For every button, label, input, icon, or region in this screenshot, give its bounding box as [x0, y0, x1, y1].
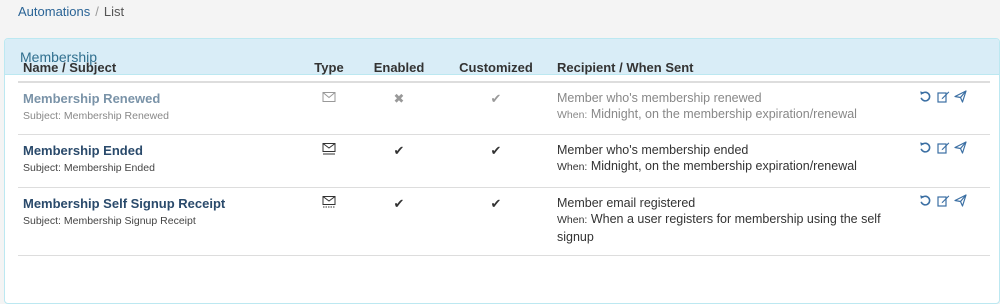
- recipient-text: Member who's membership ended: [557, 142, 749, 157]
- breadcrumb-automations-link[interactable]: Automations: [18, 4, 90, 19]
- recipient-cell: Member who's membership renewed When: Mi…: [552, 82, 914, 135]
- edit-icon[interactable]: [937, 194, 950, 210]
- automations-table: Name / Subject Type Enabled Customized R…: [18, 53, 990, 256]
- envelope-icon: [322, 142, 336, 158]
- name-cell: Membership Self Signup Receipt Subject: …: [18, 187, 300, 256]
- when-label: When:: [557, 160, 588, 173]
- table-row[interactable]: Membership Renewed Subject: Membership R…: [18, 82, 990, 135]
- enabled-cell: ✔: [358, 134, 440, 188]
- automation-subject: Subject: Membership Signup Receipt: [23, 214, 196, 227]
- edit-icon[interactable]: [937, 141, 950, 157]
- table-row[interactable]: Membership Ended Subject: Membership End…: [18, 134, 990, 188]
- table-header-row: Name / Subject Type Enabled Customized R…: [18, 53, 990, 83]
- table-row[interactable]: Membership Self Signup Receipt Subject: …: [18, 187, 990, 256]
- when-text: When a user registers for membership usi…: [557, 211, 881, 244]
- check-mark-icon: ✔: [490, 195, 502, 211]
- when-sent: When: When a user registers for membersh…: [557, 211, 909, 246]
- reset-icon[interactable]: [919, 90, 932, 106]
- enabled-cell: ✔: [358, 187, 440, 256]
- when-sent: When: Midnight, on the membership expira…: [557, 158, 909, 176]
- type-cell: [300, 187, 358, 256]
- envelope-icon: [322, 91, 336, 106]
- when-text: Midnight, on the membership expiration/r…: [590, 107, 857, 121]
- customized-cell: ✔: [440, 82, 552, 135]
- check-mark-icon: ✔: [490, 142, 502, 158]
- recipient-cell: Member email registered When: When a use…: [552, 187, 914, 256]
- automation-name[interactable]: Membership Renewed: [23, 90, 295, 107]
- recipient-text: Member email registered: [557, 195, 696, 210]
- name-cell: Membership Ended Subject: Membership End…: [18, 134, 300, 188]
- when-text: Midnight, on the membership expiration/r…: [590, 158, 857, 173]
- automation-subject: Subject: Membership Ended: [23, 161, 155, 174]
- when-label: When:: [557, 213, 588, 226]
- enabled-cell: ✖: [358, 82, 440, 135]
- column-header-recipient: Recipient / When Sent: [552, 53, 914, 83]
- actions-cell: [914, 82, 990, 135]
- reset-icon[interactable]: [919, 194, 932, 210]
- column-header-enabled: Enabled: [358, 53, 440, 83]
- column-header-name: Name / Subject: [18, 53, 300, 83]
- breadcrumb-current: List: [103, 4, 125, 19]
- x-mark-icon: ✖: [393, 91, 405, 106]
- type-cell: [300, 82, 358, 135]
- actions-cell: [914, 134, 990, 188]
- send-icon[interactable]: [954, 141, 967, 157]
- customized-cell: ✔: [440, 134, 552, 188]
- column-header-customized: Customized: [440, 53, 552, 83]
- when-sent: When: Midnight, on the membership expira…: [557, 106, 909, 124]
- type-cell: [300, 134, 358, 188]
- automation-name[interactable]: Membership Ended: [23, 142, 295, 159]
- send-icon[interactable]: [954, 194, 967, 210]
- automation-name[interactable]: Membership Self Signup Receipt: [23, 195, 295, 212]
- check-mark-icon: ✔: [393, 142, 405, 158]
- column-header-type: Type: [300, 53, 358, 83]
- breadcrumb-separator: /: [95, 4, 99, 19]
- recipient-cell: Member who's membership ended When: Midn…: [552, 134, 914, 188]
- reset-icon[interactable]: [919, 141, 932, 157]
- breadcrumb: Automations / List: [18, 4, 124, 20]
- column-header-actions: [914, 53, 990, 83]
- check-mark-icon: ✔: [490, 91, 502, 106]
- actions-cell: [914, 187, 990, 256]
- envelope-icon: [322, 195, 336, 211]
- check-mark-icon: ✔: [393, 195, 405, 211]
- send-icon[interactable]: [954, 89, 967, 106]
- customized-cell: ✔: [440, 187, 552, 256]
- recipient-text: Member who's membership renewed: [557, 91, 762, 105]
- automation-subject: Subject: Membership Renewed: [23, 110, 169, 122]
- name-cell: Membership Renewed Subject: Membership R…: [18, 82, 300, 135]
- when-label: When:: [557, 109, 588, 121]
- edit-icon[interactable]: [937, 90, 950, 106]
